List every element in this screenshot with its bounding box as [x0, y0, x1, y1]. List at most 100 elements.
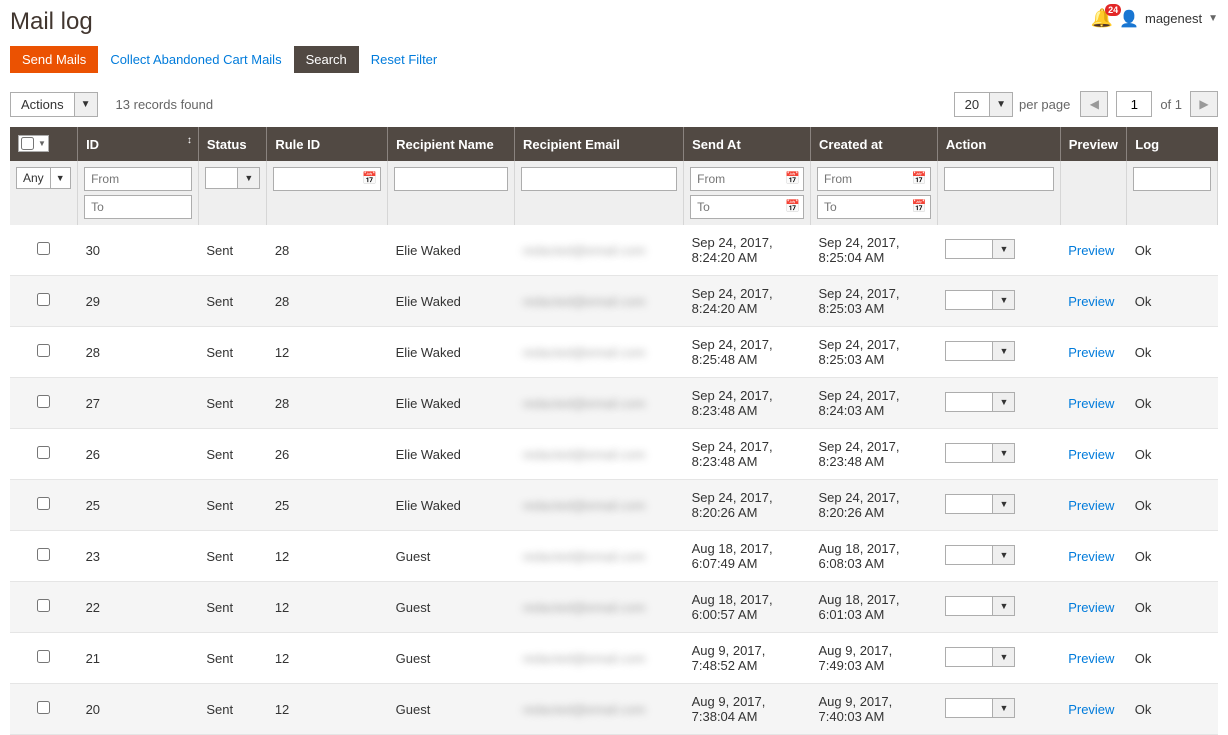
cell-rule: 12: [267, 582, 388, 633]
cell-created: Sep 24, 2017, 8:25:04 AM: [811, 225, 938, 276]
cell-send: Sep 24, 2017, 8:24:20 AM: [684, 276, 811, 327]
cell-status: Sent: [198, 225, 266, 276]
row-checkbox[interactable]: [37, 446, 50, 459]
cell-action: ▼: [937, 276, 1060, 327]
cell-log: Ok: [1127, 276, 1218, 327]
preview-link[interactable]: Preview: [1068, 702, 1114, 717]
row-checkbox[interactable]: [37, 548, 50, 561]
filter-any-select[interactable]: Any▼: [16, 167, 71, 189]
cell-status: Sent: [198, 327, 266, 378]
cell-status: Sent: [198, 429, 266, 480]
cell-email: redacted@email.com: [515, 480, 684, 531]
filter-email-input[interactable]: [521, 167, 677, 191]
row-action-select[interactable]: ▼: [945, 341, 1015, 361]
pager-next-button[interactable]: ▶: [1190, 91, 1218, 117]
filter-action-input[interactable]: [944, 167, 1054, 191]
collect-cart-link[interactable]: Collect Abandoned Cart Mails: [110, 52, 281, 67]
row-checkbox[interactable]: [37, 650, 50, 663]
row-checkbox[interactable]: [37, 344, 50, 357]
cell-send: Sep 24, 2017, 8:25:48 AM: [684, 327, 811, 378]
preview-link[interactable]: Preview: [1068, 345, 1114, 360]
filter-id-from[interactable]: [84, 167, 192, 191]
filter-send-to[interactable]: [690, 195, 804, 219]
cell-send: Sep 24, 2017, 8:23:48 AM: [684, 429, 811, 480]
select-all-checkbox[interactable]: [21, 137, 34, 150]
row-action-select[interactable]: ▼: [945, 443, 1015, 463]
chevron-down-icon: ▼: [992, 240, 1014, 258]
column-header-send[interactable]: Send At: [684, 127, 811, 161]
preview-link[interactable]: Preview: [1068, 651, 1114, 666]
cell-action: ▼: [937, 582, 1060, 633]
pager-prev-button[interactable]: ◀: [1080, 91, 1108, 117]
filter-name-input[interactable]: [394, 167, 508, 191]
column-header-name[interactable]: Recipient Name: [388, 127, 515, 161]
mass-actions-select[interactable]: Actions ▼: [10, 92, 98, 117]
cell-id: 20: [78, 684, 199, 735]
table-row: 22Sent12Guestredacted@email.comAug 18, 2…: [10, 582, 1218, 633]
filter-log-input[interactable]: [1133, 167, 1211, 191]
cell-rule: 12: [267, 684, 388, 735]
send-mails-button[interactable]: Send Mails: [10, 46, 98, 73]
preview-link[interactable]: Preview: [1068, 498, 1114, 513]
table-row: 28Sent12Elie Wakedredacted@email.comSep …: [10, 327, 1218, 378]
row-checkbox[interactable]: [37, 293, 50, 306]
column-header-status[interactable]: Status: [198, 127, 266, 161]
cell-rule: 28: [267, 276, 388, 327]
reset-filter-link[interactable]: Reset Filter: [371, 52, 437, 67]
row-action-select[interactable]: ▼: [945, 647, 1015, 667]
row-action-select[interactable]: ▼: [945, 698, 1015, 718]
cell-send: Aug 9, 2017, 7:48:52 AM: [684, 633, 811, 684]
cell-created: Sep 24, 2017, 8:25:03 AM: [811, 327, 938, 378]
column-header-email[interactable]: Recipient Email: [515, 127, 684, 161]
preview-link[interactable]: Preview: [1068, 549, 1114, 564]
per-page-select[interactable]: 20 ▼: [954, 92, 1013, 117]
cell-email: redacted@email.com: [515, 378, 684, 429]
row-action-select[interactable]: ▼: [945, 596, 1015, 616]
filter-send-from[interactable]: [690, 167, 804, 191]
row-checkbox[interactable]: [37, 395, 50, 408]
row-action-select[interactable]: ▼: [945, 290, 1015, 310]
row-checkbox[interactable]: [37, 242, 50, 255]
table-row: 25Sent25Elie Wakedredacted@email.comSep …: [10, 480, 1218, 531]
notification-button[interactable]: 🔔 24: [1091, 8, 1113, 29]
search-button[interactable]: Search: [294, 46, 359, 73]
column-header-action[interactable]: Action: [937, 127, 1060, 161]
pager-current-input[interactable]: [1116, 91, 1152, 117]
cell-name: Elie Waked: [388, 378, 515, 429]
filter-id-to[interactable]: [84, 195, 192, 219]
row-action-select[interactable]: ▼: [945, 545, 1015, 565]
mass-actions-label: Actions: [11, 93, 74, 116]
column-header-check[interactable]: ▼: [10, 127, 78, 161]
records-found: 13 records found: [116, 97, 214, 112]
column-header-log[interactable]: Log: [1127, 127, 1218, 161]
row-checkbox[interactable]: [37, 497, 50, 510]
column-header-rule[interactable]: Rule ID: [267, 127, 388, 161]
cell-log: Ok: [1127, 480, 1218, 531]
column-header-id[interactable]: ID↕: [78, 127, 199, 161]
chevron-down-icon: ▼: [992, 291, 1014, 309]
row-checkbox[interactable]: [37, 599, 50, 612]
column-header-created[interactable]: Created at: [811, 127, 938, 161]
cell-created: Aug 9, 2017, 7:40:03 AM: [811, 684, 938, 735]
filter-created-from[interactable]: [817, 167, 931, 191]
column-header-preview[interactable]: Preview: [1060, 127, 1127, 161]
row-action-select[interactable]: ▼: [945, 494, 1015, 514]
filter-status-select[interactable]: ▼: [205, 167, 260, 189]
cell-id: 27: [78, 378, 199, 429]
filter-rule-input[interactable]: [273, 167, 381, 191]
cell-name: Elie Waked: [388, 225, 515, 276]
cell-email: redacted@email.com: [515, 582, 684, 633]
per-page-label: per page: [1019, 97, 1070, 112]
filter-created-to[interactable]: [817, 195, 931, 219]
user-menu[interactable]: magenest: [1145, 11, 1202, 26]
cell-status: Sent: [198, 582, 266, 633]
preview-link[interactable]: Preview: [1068, 447, 1114, 462]
cell-email: redacted@email.com: [515, 531, 684, 582]
row-action-select[interactable]: ▼: [945, 392, 1015, 412]
row-action-select[interactable]: ▼: [945, 239, 1015, 259]
preview-link[interactable]: Preview: [1068, 294, 1114, 309]
preview-link[interactable]: Preview: [1068, 396, 1114, 411]
preview-link[interactable]: Preview: [1068, 243, 1114, 258]
preview-link[interactable]: Preview: [1068, 600, 1114, 615]
row-checkbox[interactable]: [37, 701, 50, 714]
